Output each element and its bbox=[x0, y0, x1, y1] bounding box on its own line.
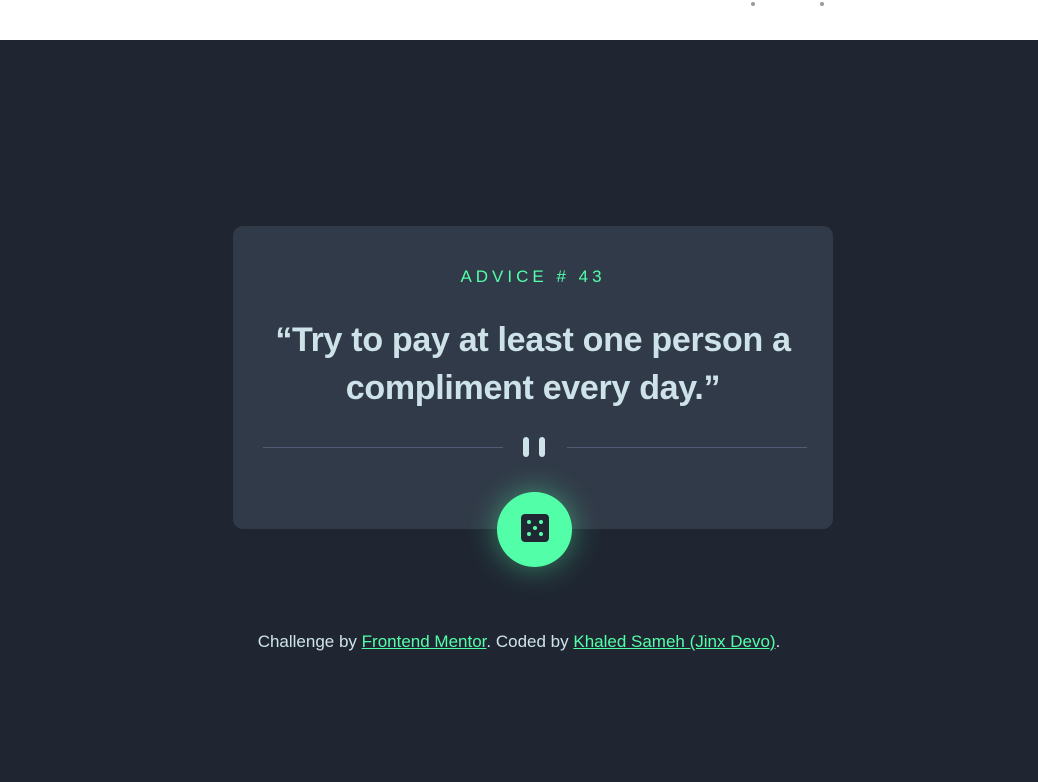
frontend-mentor-link[interactable]: Frontend Mentor bbox=[362, 632, 487, 651]
generate-advice-button[interactable] bbox=[497, 492, 572, 567]
pause-icon-bar bbox=[539, 437, 545, 457]
author-link[interactable]: Khaled Sameh (Jinx Devo) bbox=[573, 632, 775, 651]
top-dot-right bbox=[820, 2, 824, 6]
top-dot-left bbox=[751, 2, 755, 6]
footer-suffix: . bbox=[775, 632, 781, 651]
advice-number: ADVICE # 43 bbox=[460, 267, 606, 286]
dice-icon bbox=[521, 514, 549, 542]
advice-card: ADVICE # 43 “Try to pay at least one per… bbox=[233, 226, 833, 529]
attribution-footer: Challenge by Frontend Mentor. Coded by K… bbox=[0, 630, 1038, 654]
footer-prefix: Challenge by bbox=[257, 632, 362, 651]
advice-text: “Try to pay at least one person a compli… bbox=[275, 321, 791, 407]
divider-line-left bbox=[263, 447, 503, 448]
footer-middle: . Coded by bbox=[486, 632, 574, 651]
top-browser-strip bbox=[0, 0, 1038, 40]
divider-line-right bbox=[567, 447, 807, 448]
pause-icon bbox=[523, 437, 529, 457]
